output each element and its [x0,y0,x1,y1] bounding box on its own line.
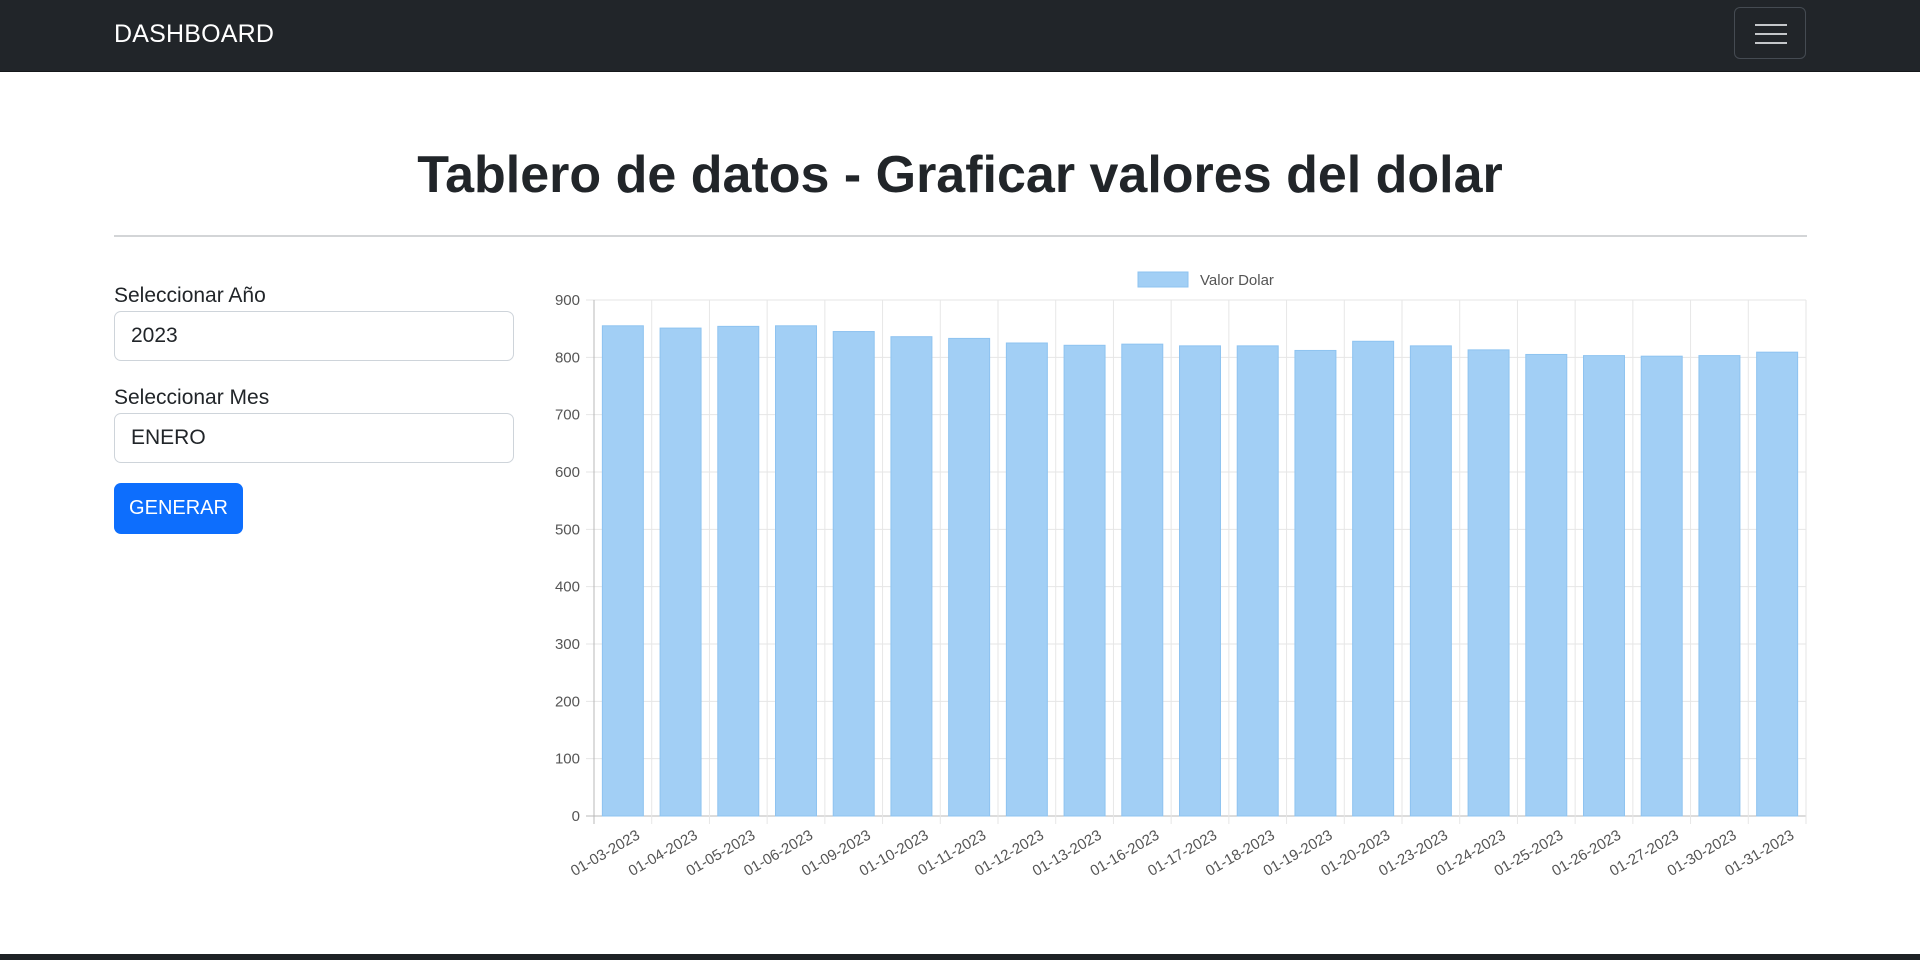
bar [890,336,933,817]
y-tick-label: 100 [555,751,580,768]
bar [1121,343,1164,817]
month-label: Seleccionar Mes [114,386,270,409]
dollar-value-bar-chart: 010020030040050060070080090001-03-202301… [555,271,1807,880]
title-divider [114,235,1807,237]
y-tick-label: 500 [555,521,580,538]
bar [1409,345,1452,817]
legend-label: Valor Dolar [1200,272,1274,289]
bar [601,325,644,817]
bar [1467,349,1510,817]
navbar-toggler-button[interactable] [1734,7,1806,59]
top-navbar: DASHBOARD [0,0,1920,72]
y-tick-label: 0 [572,808,580,825]
y-tick-label: 300 [555,636,580,653]
y-tick-label: 200 [555,693,580,710]
navbar-brand[interactable]: DASHBOARD [114,20,274,49]
bar [1236,345,1279,817]
bar [1583,355,1625,817]
y-tick-label: 900 [555,292,580,309]
bar [1756,351,1799,817]
bar [1294,349,1337,817]
page-title: Tablero de datos - Graficar valores del … [417,146,1503,204]
bar [948,337,991,817]
bar [1698,355,1741,817]
bar [1063,344,1106,817]
window-bottom-edge [0,954,1920,960]
year-label: Seleccionar Año [114,284,266,307]
bar [1640,355,1683,817]
year-input[interactable]: 2023 [114,311,514,361]
bar [659,327,702,817]
generate-button[interactable]: GENERAR [114,483,243,534]
bar [717,325,760,817]
y-tick-label: 400 [555,579,580,596]
bar [1179,345,1221,817]
y-tick-label: 700 [555,407,580,424]
y-tick-label: 600 [555,464,580,481]
month-input[interactable]: ENERO [114,413,514,463]
bar [1005,342,1048,817]
legend-swatch [1137,271,1189,288]
bar [1352,340,1395,817]
y-tick-label: 800 [555,349,580,366]
bar [1525,353,1568,817]
bar [832,331,875,817]
bar [775,325,817,817]
